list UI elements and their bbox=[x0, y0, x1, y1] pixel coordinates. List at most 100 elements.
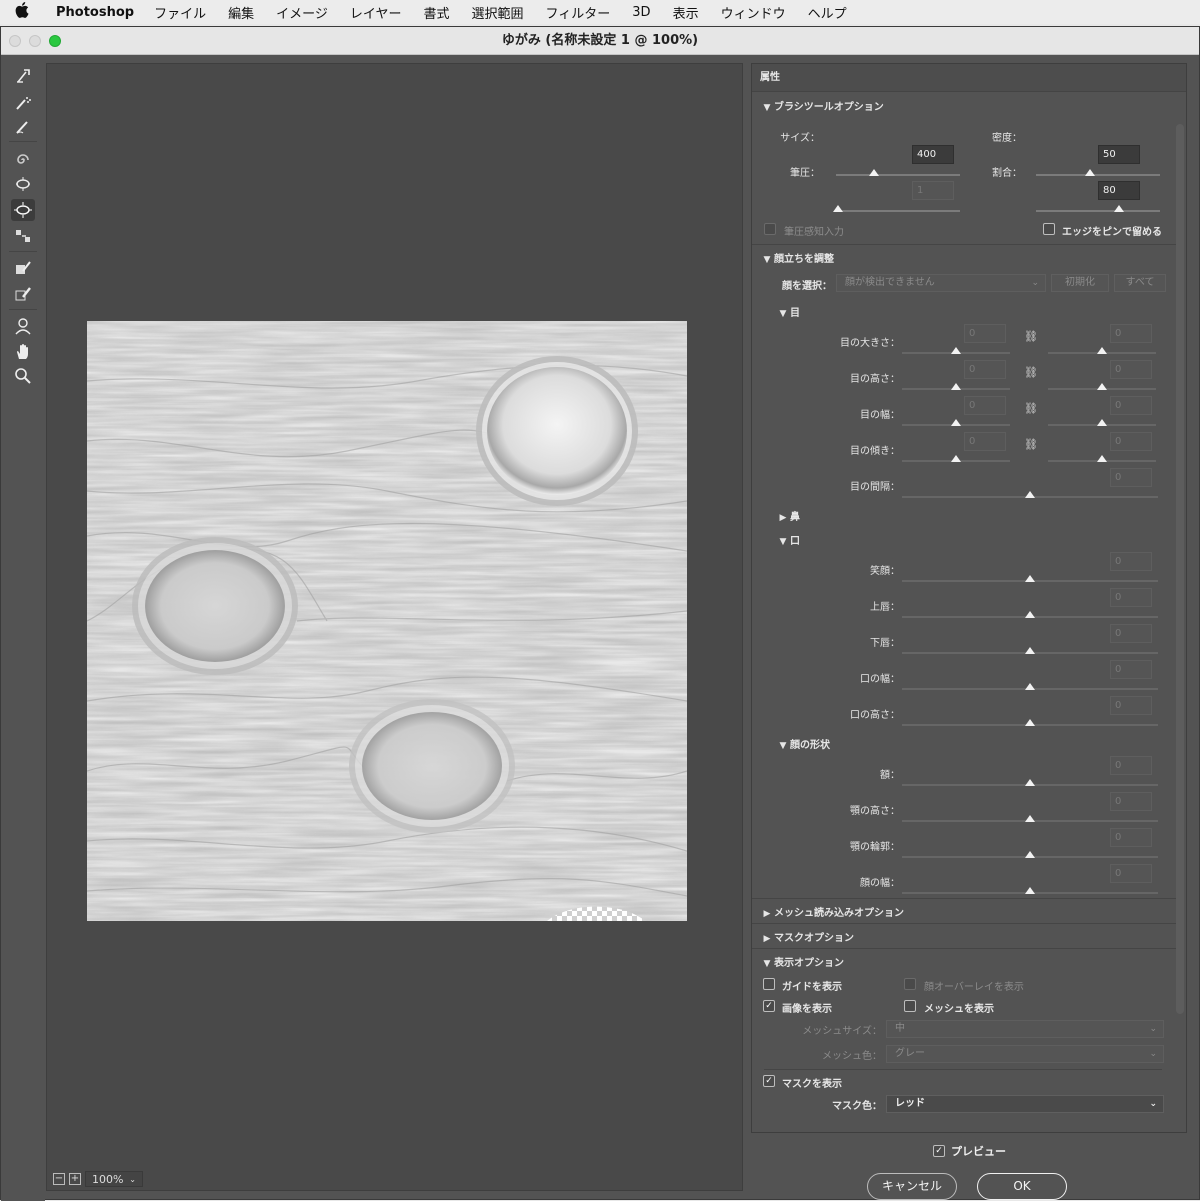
eye-width-right-thumb[interactable] bbox=[1097, 419, 1107, 426]
reconstruct-tool-icon[interactable] bbox=[11, 91, 35, 113]
mesh-color-dropdown[interactable]: グレー ⌄ bbox=[886, 1045, 1164, 1063]
link-icon[interactable]: ⛓ bbox=[1024, 366, 1038, 380]
mouth-height-field[interactable]: 0 bbox=[1110, 696, 1152, 715]
bloat-tool-icon[interactable] bbox=[11, 199, 35, 221]
link-icon[interactable]: ⛓ bbox=[1024, 438, 1038, 452]
eye-width-left-thumb[interactable] bbox=[951, 419, 961, 426]
thaw-mask-tool-icon[interactable] bbox=[11, 283, 35, 305]
brush-options-header[interactable]: ▼ ブラシツールオプション bbox=[760, 98, 1184, 113]
upper-lip-field[interactable]: 0 bbox=[1110, 588, 1152, 607]
eye-tilt-right-field[interactable]: 0 bbox=[1110, 432, 1152, 451]
size-slider[interactable] bbox=[836, 174, 960, 176]
app-menu[interactable]: Photoshop bbox=[56, 5, 134, 20]
forehead-field[interactable]: 0 bbox=[1110, 756, 1152, 775]
zoom-in-button[interactable]: + bbox=[69, 1173, 81, 1185]
mouth-width-thumb[interactable] bbox=[1025, 683, 1035, 690]
eye-tilt-left-thumb[interactable] bbox=[951, 455, 961, 462]
preview-checkbox[interactable]: ✓ bbox=[933, 1145, 945, 1157]
mask-options-header[interactable]: ▶ マスクオプション bbox=[760, 929, 1184, 944]
zoom-out-button[interactable]: − bbox=[53, 1173, 65, 1185]
pressure-slider-thumb[interactable] bbox=[833, 205, 843, 212]
face-width-thumb[interactable] bbox=[1025, 887, 1035, 894]
hand-tool-icon[interactable] bbox=[11, 341, 35, 363]
show-face-overlay-checkbox[interactable] bbox=[904, 978, 916, 990]
canvas-area[interactable]: − + 100% ⌄ bbox=[46, 63, 743, 1191]
menu-3d[interactable]: 3D bbox=[632, 5, 650, 20]
menu-filter[interactable]: フィルター bbox=[546, 3, 611, 22]
show-image-checkbox[interactable]: ✓ bbox=[763, 1000, 775, 1012]
density-field[interactable]: 50 bbox=[1098, 145, 1140, 164]
chin-height-field[interactable]: 0 bbox=[1110, 792, 1152, 811]
view-options-header[interactable]: ▼ 表示オプション bbox=[760, 954, 1184, 969]
pressure-field[interactable]: 1 bbox=[912, 181, 954, 200]
face-tool-icon[interactable] bbox=[11, 315, 35, 337]
liquified-artwork[interactable] bbox=[87, 321, 687, 921]
smile-thumb[interactable] bbox=[1025, 575, 1035, 582]
mesh-size-dropdown[interactable]: 中 ⌄ bbox=[886, 1020, 1164, 1038]
pressure-slider[interactable] bbox=[836, 210, 960, 212]
link-icon[interactable]: ⛓ bbox=[1024, 402, 1038, 416]
lower-lip-field[interactable]: 0 bbox=[1110, 624, 1152, 643]
eye-distance-field[interactable]: 0 bbox=[1110, 468, 1152, 487]
select-face-dropdown[interactable]: 顔が検出できません ⌄ bbox=[836, 274, 1046, 292]
face-width-field[interactable]: 0 bbox=[1110, 864, 1152, 883]
smooth-tool-icon[interactable] bbox=[11, 115, 35, 137]
forehead-thumb[interactable] bbox=[1025, 779, 1035, 786]
eye-distance-thumb[interactable] bbox=[1025, 491, 1035, 498]
eye-width-left-field[interactable]: 0 bbox=[964, 396, 1006, 415]
push-left-tool-icon[interactable] bbox=[11, 225, 35, 247]
cancel-button[interactable]: キャンセル bbox=[867, 1173, 957, 1200]
density-slider-thumb[interactable] bbox=[1085, 169, 1095, 176]
show-mask-checkbox[interactable]: ✓ bbox=[763, 1075, 775, 1087]
mouth-width-field[interactable]: 0 bbox=[1110, 660, 1152, 679]
jawline-field[interactable]: 0 bbox=[1110, 828, 1152, 847]
mouth-header[interactable]: ▼ 口 bbox=[776, 532, 1200, 547]
size-field[interactable]: 400 bbox=[912, 145, 954, 164]
menu-image[interactable]: イメージ bbox=[276, 3, 328, 22]
face-aware-header[interactable]: ▼ 顔立ちを調整 bbox=[760, 250, 1184, 265]
face-shape-header[interactable]: ▼ 顔の形状 bbox=[776, 736, 1200, 751]
eye-height-right-field[interactable]: 0 bbox=[1110, 360, 1152, 379]
preview-toggle[interactable]: ✓ プレビュー bbox=[933, 1143, 1006, 1159]
menu-edit[interactable]: 編集 bbox=[228, 3, 254, 22]
reset-faces-button[interactable]: 初期化 bbox=[1051, 274, 1109, 292]
eye-tilt-left-field[interactable]: 0 bbox=[964, 432, 1006, 451]
eye-tilt-right-thumb[interactable] bbox=[1097, 455, 1107, 462]
menu-layer[interactable]: レイヤー bbox=[350, 3, 402, 22]
ok-button[interactable]: OK bbox=[977, 1173, 1067, 1200]
mask-color-dropdown[interactable]: レッド ⌄ bbox=[886, 1095, 1164, 1113]
eye-size-right-field[interactable]: 0 bbox=[1110, 324, 1152, 343]
menu-help[interactable]: ヘルプ bbox=[808, 3, 847, 22]
density-slider[interactable] bbox=[1036, 174, 1160, 176]
forward-warp-tool-icon[interactable] bbox=[11, 65, 35, 87]
chin-height-thumb[interactable] bbox=[1025, 815, 1035, 822]
rate-field[interactable]: 80 bbox=[1098, 181, 1140, 200]
rate-slider-thumb[interactable] bbox=[1114, 205, 1124, 212]
eyes-header[interactable]: ▼ 目 bbox=[776, 304, 1200, 319]
pin-edges-checkbox[interactable] bbox=[1043, 223, 1055, 235]
menu-window[interactable]: ウィンドウ bbox=[721, 3, 786, 22]
smile-field[interactable]: 0 bbox=[1110, 552, 1152, 571]
pucker-tool-icon[interactable] bbox=[11, 173, 35, 195]
menu-type[interactable]: 書式 bbox=[424, 3, 450, 22]
stylus-pressure-checkbox[interactable] bbox=[764, 223, 776, 235]
eye-width-right-field[interactable]: 0 bbox=[1110, 396, 1152, 415]
eye-height-left-field[interactable]: 0 bbox=[964, 360, 1006, 379]
menu-file[interactable]: ファイル bbox=[154, 3, 206, 22]
apple-menu-icon[interactable] bbox=[0, 2, 44, 22]
twirl-tool-icon[interactable] bbox=[11, 149, 35, 171]
eye-height-right-thumb[interactable] bbox=[1097, 383, 1107, 390]
eye-size-right-thumb[interactable] bbox=[1097, 347, 1107, 354]
mesh-load-options-header[interactable]: ▶ メッシュ読み込みオプション bbox=[760, 904, 1184, 919]
menu-view[interactable]: 表示 bbox=[673, 3, 699, 22]
all-faces-button[interactable]: すべて bbox=[1114, 274, 1166, 292]
eye-size-left-field[interactable]: 0 bbox=[964, 324, 1006, 343]
link-icon[interactable]: ⛓ bbox=[1024, 330, 1038, 344]
eye-size-left-thumb[interactable] bbox=[951, 347, 961, 354]
size-slider-thumb[interactable] bbox=[869, 169, 879, 176]
lower-lip-thumb[interactable] bbox=[1025, 647, 1035, 654]
mouth-height-thumb[interactable] bbox=[1025, 719, 1035, 726]
rate-slider[interactable] bbox=[1036, 210, 1160, 212]
eye-height-left-thumb[interactable] bbox=[951, 383, 961, 390]
show-mesh-checkbox[interactable] bbox=[904, 1000, 916, 1012]
